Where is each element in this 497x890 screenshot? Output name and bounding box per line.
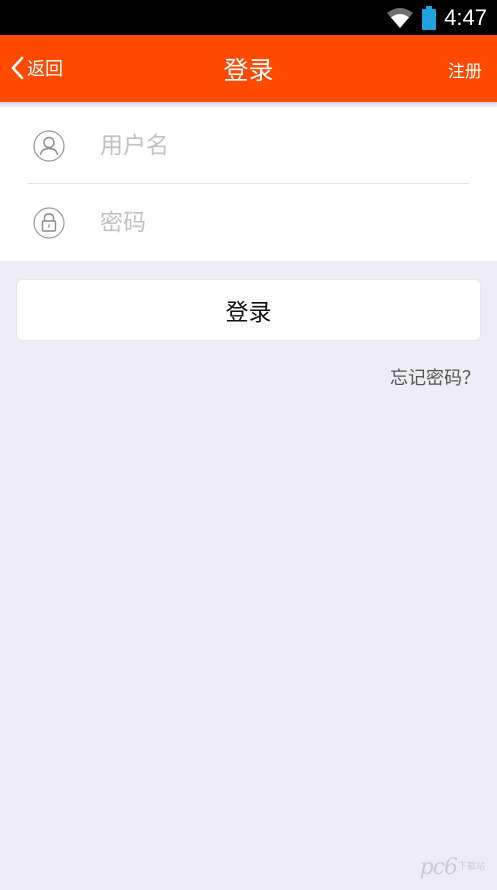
battery-icon [422,5,437,30]
register-button[interactable]: 注册 [448,57,482,82]
back-label: 返回 [27,59,63,80]
username-input[interactable] [100,125,460,166]
login-button[interactable]: 登录 [16,279,481,341]
page-title: 登录 [223,56,274,85]
status-bar: 4:47 [0,0,497,35]
watermark-subtext: 下载站 [457,862,485,872]
wifi-icon [387,7,414,28]
watermark-text: pc6 [419,855,458,880]
watermark-logo: pc6 下载站 [420,855,485,880]
back-button[interactable]: 返回 [10,53,63,83]
password-input[interactable] [100,202,460,243]
password-row [0,184,497,261]
chevron-left-icon [11,56,24,80]
user-icon [33,129,65,162]
navigation-bar: 返回 登录 注册 [0,35,497,102]
status-time: 4:47 [444,4,487,30]
username-row [0,107,497,184]
forgot-password-link[interactable]: 忘记密码？ [390,364,480,390]
lock-icon [33,206,65,239]
login-form [0,107,497,261]
